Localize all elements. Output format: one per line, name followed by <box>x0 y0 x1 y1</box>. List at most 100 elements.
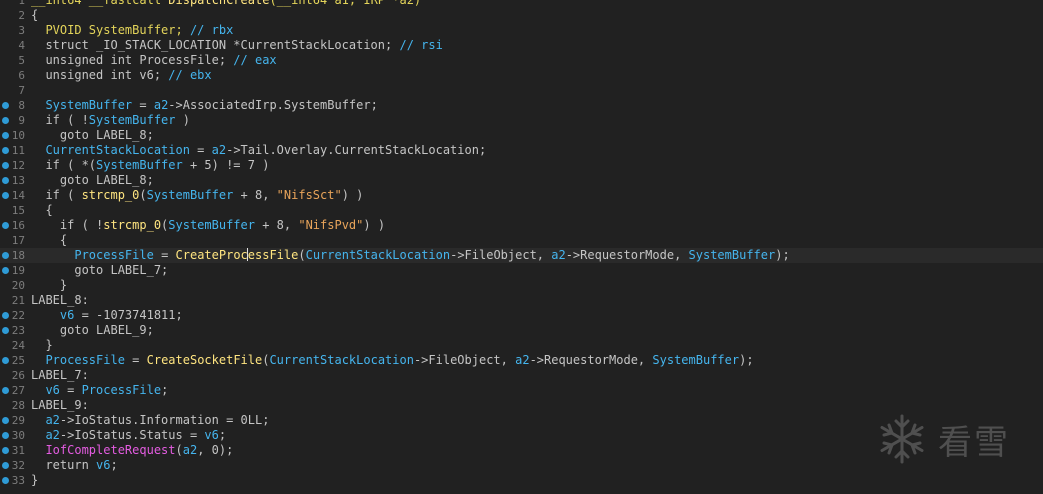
breakpoint-marker-icon[interactable] <box>2 387 9 394</box>
line-number: 29 <box>11 414 25 427</box>
breakpoint-marker-icon[interactable] <box>2 222 9 229</box>
code-token: { <box>31 203 53 217</box>
code-token: ) ) <box>341 188 364 202</box>
code-token: ->FileObject, <box>450 248 552 262</box>
code-text: a2->IoStatus.Status = v6; <box>31 428 226 443</box>
code-line[interactable]: 12 if ( *(SystemBuffer + 5) != 7 ) <box>0 158 1043 173</box>
code-line[interactable]: 6 unsigned int v6; // ebx <box>0 68 1043 83</box>
code-token: ->IoStatus.Status = <box>59 428 205 442</box>
code-line[interactable]: 23 goto LABEL_9; <box>0 323 1043 338</box>
code-line[interactable]: 24 } <box>0 338 1043 353</box>
line-number: 28 <box>11 399 25 412</box>
code-text: goto LABEL_8; <box>31 173 154 188</box>
breakpoint-marker-icon[interactable] <box>2 132 9 139</box>
code-token: } <box>31 338 53 352</box>
line-number: 23 <box>11 324 25 337</box>
code-token: goto LABEL_8; <box>31 128 154 142</box>
code-text: { <box>31 233 67 248</box>
code-line[interactable]: 14 if ( strcmp_0(SystemBuffer + 8, "Nifs… <box>0 188 1043 203</box>
code-text: SystemBuffer = a2->AssociatedIrp.SystemB… <box>31 98 377 113</box>
line-number: 21 <box>11 294 25 307</box>
line-number: 14 <box>11 189 25 202</box>
breakpoint-marker-icon[interactable] <box>2 147 9 154</box>
breakpoint-marker-icon[interactable] <box>2 102 9 109</box>
code-text: CurrentStackLocation = a2->Tail.Overlay.… <box>31 143 486 158</box>
watermark: 看雪 <box>876 413 1010 465</box>
code-line[interactable]: 8 SystemBuffer = a2->AssociatedIrp.Syste… <box>0 98 1043 113</box>
line-number: 20 <box>11 279 25 292</box>
code-token: CurrentStackLocation <box>45 143 190 157</box>
breakpoint-marker-icon[interactable] <box>2 192 9 199</box>
code-line[interactable]: 17 { <box>0 233 1043 248</box>
breakpoint-marker-icon[interactable] <box>2 162 9 169</box>
breakpoint-marker-icon[interactable] <box>2 177 9 184</box>
code-line[interactable]: 5 unsigned int ProcessFile; // eax <box>0 53 1043 68</box>
code-line[interactable]: 2{ <box>0 8 1043 23</box>
breakpoint-marker-icon[interactable] <box>2 462 9 469</box>
code-token: a2 <box>551 248 566 262</box>
code-token: = <box>189 143 212 157</box>
code-line[interactable]: 16 if ( !strcmp_0(SystemBuffer + 8, "Nif… <box>0 218 1043 233</box>
code-token: strcmp_0 <box>103 218 162 232</box>
code-line[interactable]: 27 v6 = ProcessFile; <box>0 383 1043 398</box>
code-token: if ( <box>31 188 82 202</box>
breakpoint-marker-icon[interactable] <box>2 267 9 274</box>
breakpoint-marker-icon[interactable] <box>2 117 9 124</box>
code-line[interactable]: 19 goto LABEL_7; <box>0 263 1043 278</box>
code-line[interactable]: 3 PVOID SystemBuffer; // rbx <box>0 23 1043 38</box>
line-number: 12 <box>11 159 25 172</box>
code-token: strcmp_0 <box>81 188 140 202</box>
breakpoint-marker-icon[interactable] <box>2 447 9 454</box>
code-token: if ( ! <box>31 218 104 232</box>
breakpoint-marker-icon[interactable] <box>2 312 9 319</box>
code-line[interactable]: 13 goto LABEL_8; <box>0 173 1043 188</box>
code-line[interactable]: 26 LABEL_7: <box>0 368 1043 383</box>
code-token: if ( *( <box>31 158 97 172</box>
code-token: ( <box>139 188 147 202</box>
breakpoint-marker-icon[interactable] <box>2 432 9 439</box>
watermark-text: 看雪 <box>938 422 1010 463</box>
breakpoint-marker-icon[interactable] <box>2 357 9 364</box>
code-token: goto LABEL_8; <box>31 173 154 187</box>
code-token: CurrentStackLocation <box>305 248 451 262</box>
code-line[interactable]: 11 CurrentStackLocation = a2->Tail.Overl… <box>0 143 1043 158</box>
code-line[interactable]: 7 <box>0 83 1043 98</box>
code-line[interactable]: 28 LABEL_9: <box>0 398 1043 413</box>
code-text: __int64 __fastcall DispatchCreate(__int6… <box>31 0 421 8</box>
code-token: LABEL_7: <box>31 368 89 382</box>
code-token: v6 <box>204 428 219 442</box>
code-text: IofCompleteRequest(a2, 0); <box>31 443 233 458</box>
breakpoint-marker-icon[interactable] <box>2 327 9 334</box>
code-text: unsigned int v6; // ebx <box>31 68 211 83</box>
code-text: if ( !SystemBuffer ) <box>31 113 190 128</box>
code-line[interactable]: 22 v6 = -1073741811; <box>0 308 1043 323</box>
code-line[interactable]: 25 ProcessFile = CreateSocketFile(Curren… <box>0 353 1043 368</box>
breakpoint-marker-icon[interactable] <box>2 417 9 424</box>
code-text: unsigned int ProcessFile; // eax <box>31 53 276 68</box>
code-line[interactable]: 20 } <box>0 278 1043 293</box>
code-text: goto LABEL_8; <box>31 128 154 143</box>
code-line[interactable]: 18 ProcessFile = CreateProcessFile(Curre… <box>0 248 1043 263</box>
line-number: 32 <box>11 459 25 472</box>
code-line[interactable]: 10 goto LABEL_8; <box>0 128 1043 143</box>
code-line[interactable]: 33} <box>0 473 1043 488</box>
code-line[interactable]: 9 if ( !SystemBuffer ) <box>0 113 1043 128</box>
line-number: 3 <box>18 24 25 37</box>
code-line[interactable]: 4 struct _IO_STACK_LOCATION *CurrentStac… <box>0 38 1043 53</box>
code-token: SystemBuffer <box>96 158 183 172</box>
code-line[interactable]: 1 __int64 __fastcall DispatchCreate(__int… <box>0 0 1043 8</box>
code-token: if ( ! <box>31 113 89 127</box>
breakpoint-marker-icon[interactable] <box>2 477 9 484</box>
code-text: } <box>31 473 38 488</box>
line-number: 1 <box>18 0 25 7</box>
line-number: 18 <box>11 249 25 262</box>
code-line[interactable]: 15 { <box>0 203 1043 218</box>
code-token: = <box>59 383 82 397</box>
code-token: struct _IO_STACK_LOCATION *CurrentStackL… <box>31 38 400 52</box>
breakpoint-marker-icon[interactable] <box>2 252 9 259</box>
code-line[interactable]: 21 LABEL_8: <box>0 293 1043 308</box>
